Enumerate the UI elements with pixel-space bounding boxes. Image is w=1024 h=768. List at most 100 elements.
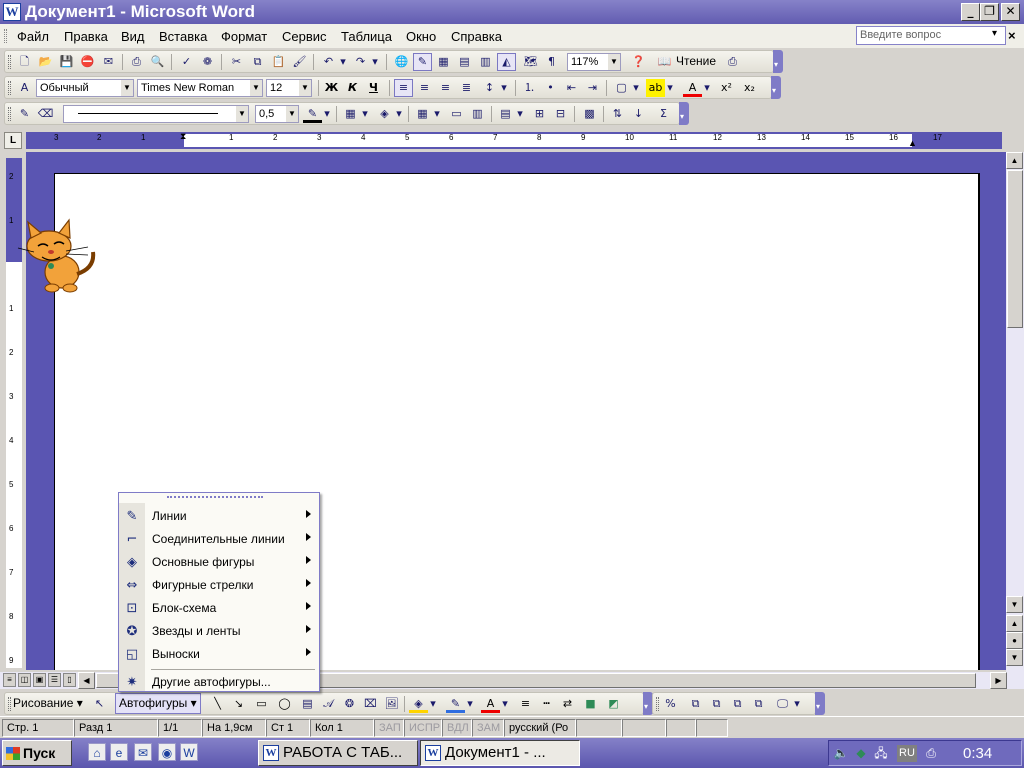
status-section[interactable]: Разд 1 bbox=[74, 719, 158, 737]
send-backward-icon[interactable]: ⧉ bbox=[707, 695, 726, 713]
vertical-scrollbar[interactable]: ▲ ▼ ▲ ● ▼ bbox=[1006, 152, 1024, 672]
style-dropdown-icon[interactable]: ▼ bbox=[121, 80, 133, 96]
font-size-select[interactable]: 12 ▼ bbox=[266, 79, 312, 97]
media-player-icon[interactable]: ◉ bbox=[158, 743, 176, 761]
status-page[interactable]: Стр. 1 bbox=[2, 719, 74, 737]
superscript-icon[interactable]: x² bbox=[717, 79, 736, 97]
draw-table-icon[interactable]: ✎ bbox=[15, 105, 34, 123]
autoshapes-menu-item[interactable]: ⌐ Соединительные линии bbox=[119, 528, 319, 551]
reading-mode-icon[interactable]: 📖 bbox=[655, 53, 674, 71]
menu-window[interactable]: Окно bbox=[406, 29, 436, 44]
toolbar-grip[interactable] bbox=[8, 107, 11, 121]
word-app-icon[interactable]: W bbox=[3, 3, 21, 21]
distribute-columns-icon[interactable]: ⊟ bbox=[551, 105, 570, 123]
ask-dropdown-icon[interactable]: ▾ bbox=[992, 28, 997, 39]
menu-format[interactable]: Формат bbox=[221, 29, 267, 44]
shading-color-icon[interactable]: ◈ bbox=[375, 105, 394, 123]
redo-icon[interactable]: ↷ bbox=[351, 53, 370, 71]
rectangle-tool-icon[interactable]: ▭ bbox=[252, 695, 271, 713]
align-cell-icon[interactable]: ▤ bbox=[496, 105, 515, 123]
fax-print-icon[interactable]: ⎙ bbox=[723, 53, 742, 71]
font-dropdown-icon[interactable]: ▼ bbox=[250, 80, 262, 96]
borders-icon[interactable]: ▢ bbox=[612, 79, 631, 97]
menu-table[interactable]: Таблица bbox=[341, 29, 392, 44]
undo-dropdown-icon[interactable]: ▾ bbox=[338, 53, 348, 71]
increase-indent-icon[interactable]: ⇥ bbox=[583, 79, 602, 97]
insert-picture-icon[interactable]: 🖼 bbox=[382, 695, 401, 713]
font-color-dropdown-icon[interactable]: ▾ bbox=[702, 79, 712, 97]
reading-mode-label[interactable]: Чтение bbox=[676, 54, 716, 68]
normal-view-icon[interactable]: ≡ bbox=[3, 673, 16, 687]
toolbar-options-icon[interactable] bbox=[815, 692, 825, 715]
highlight-icon[interactable]: ab bbox=[646, 79, 665, 97]
dash-style-icon[interactable]: ┅ bbox=[537, 695, 556, 713]
toolbar-grip[interactable] bbox=[656, 697, 659, 711]
arrow-style-icon[interactable]: ⇄ bbox=[558, 695, 577, 713]
document-close-icon[interactable]: × bbox=[1008, 28, 1016, 43]
title-bar[interactable]: W Документ1 - Microsoft Word _ ❐ ✕ bbox=[0, 0, 1024, 24]
save-icon[interactable]: 💾 bbox=[57, 53, 76, 71]
outlook-icon[interactable]: ✉ bbox=[134, 743, 152, 761]
font-select[interactable]: Times New Roman ▼ bbox=[137, 79, 263, 97]
bullets-icon[interactable]: • bbox=[541, 79, 560, 97]
crop-icon[interactable]: % bbox=[661, 695, 680, 713]
split-cells-icon[interactable]: ▥ bbox=[468, 105, 487, 123]
align-right-icon[interactable]: ≡ bbox=[436, 79, 455, 97]
oval-tool-icon[interactable]: ◯ bbox=[275, 695, 294, 713]
right-indent-marker-icon[interactable]: ▲ bbox=[908, 138, 917, 148]
line-color-icon[interactable]: ✎ bbox=[446, 695, 465, 713]
font-color-icon[interactable]: A bbox=[481, 695, 500, 713]
status-column[interactable]: Кол 1 bbox=[310, 719, 374, 737]
redo-dropdown-icon[interactable]: ▾ bbox=[370, 53, 380, 71]
autoshapes-menu-item[interactable]: ✷ Другие автофигуры... bbox=[119, 671, 319, 694]
toolbar-grip[interactable] bbox=[8, 55, 11, 69]
copy-icon[interactable]: ⧉ bbox=[248, 53, 267, 71]
volume-icon[interactable]: 🔈 bbox=[833, 745, 849, 761]
menu-insert[interactable]: Вставка bbox=[159, 29, 207, 44]
menu-drag-grip[interactable] bbox=[167, 496, 263, 499]
status-extend[interactable]: ВДЛ bbox=[442, 719, 472, 737]
pilcrow-icon[interactable]: ¶ bbox=[542, 53, 561, 71]
shading-dropdown-icon[interactable]: ▾ bbox=[394, 105, 404, 123]
printer-tray-icon[interactable]: ⎙ bbox=[923, 745, 939, 761]
insert-table-icon[interactable]: ▦ bbox=[413, 105, 432, 123]
status-track-changes[interactable]: ИСПР bbox=[404, 719, 442, 737]
clock[interactable]: 0:34 bbox=[963, 745, 992, 762]
styles-formatting-icon[interactable]: A bbox=[15, 79, 34, 97]
office-assistant-cat[interactable] bbox=[14, 210, 110, 300]
status-page-count[interactable]: 1/1 bbox=[158, 719, 202, 737]
insert-table-icon[interactable]: ▦ bbox=[434, 53, 453, 71]
hyperlink-icon[interactable]: 🌐 bbox=[392, 53, 411, 71]
horizontal-ruler[interactable]: 3 2 1 1 2 3 4 5 6 7 8 9 10 11 12 13 14 15 16 17 ⧗ ▲ bbox=[26, 132, 1002, 149]
menu-grip[interactable] bbox=[4, 29, 7, 43]
line-color-dropdown-icon[interactable]: ▾ bbox=[465, 695, 475, 713]
toolbar-options-icon[interactable] bbox=[771, 76, 781, 99]
distribute-rows-icon[interactable]: ⊞ bbox=[530, 105, 549, 123]
autoshapes-menu-item[interactable]: ✎ Линии bbox=[119, 505, 319, 528]
vertical-scroll-thumb[interactable] bbox=[1007, 170, 1023, 328]
subscript-icon[interactable]: x₂ bbox=[740, 79, 759, 97]
cut-icon[interactable]: ✂ bbox=[227, 53, 246, 71]
align-left-icon[interactable]: ≡ bbox=[394, 79, 413, 97]
print-icon[interactable]: ⎙ bbox=[127, 53, 146, 71]
format-painter-icon[interactable]: 🖌 bbox=[290, 53, 309, 71]
border-color-icon[interactable]: ✎ bbox=[303, 105, 322, 123]
eraser-icon[interactable]: ⌫ bbox=[36, 105, 55, 123]
line-tool-icon[interactable]: ╲ bbox=[208, 695, 227, 713]
border-color-dropdown-icon[interactable]: ▾ bbox=[322, 105, 332, 123]
screen-icon[interactable]: 🖵 bbox=[773, 695, 792, 713]
help-icon[interactable]: ❓ bbox=[629, 53, 648, 71]
outline-view-icon[interactable]: ☰ bbox=[48, 673, 61, 687]
line-style-icon[interactable]: ≡ bbox=[516, 695, 535, 713]
select-objects-icon[interactable]: ↖ bbox=[90, 695, 109, 713]
network-icon[interactable]: ◆ bbox=[853, 745, 869, 761]
font-color-dropdown-icon[interactable]: ▾ bbox=[500, 695, 510, 713]
clipart-icon[interactable]: ⌧ bbox=[361, 695, 380, 713]
show-desktop-icon[interactable]: ⌂ bbox=[88, 743, 106, 761]
3d-style-icon[interactable]: ◩ bbox=[604, 695, 623, 713]
scroll-up-icon[interactable]: ▲ bbox=[1006, 152, 1023, 169]
text-direction-icon[interactable]: ⇅ bbox=[608, 105, 627, 123]
justify-icon[interactable]: ≣ bbox=[457, 79, 476, 97]
close-button[interactable]: ✕ bbox=[1001, 3, 1020, 21]
drawing-icon[interactable]: ◭ bbox=[497, 53, 516, 71]
